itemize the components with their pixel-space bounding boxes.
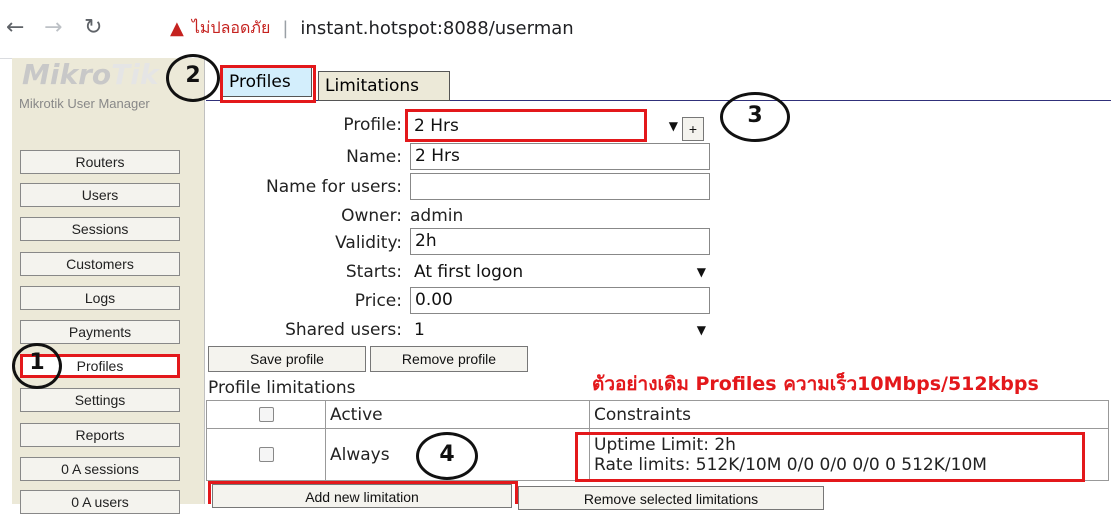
validity-label: Validity:	[335, 233, 402, 253]
table-header-row: Active Constraints	[206, 400, 1109, 429]
sidebar-item-settings[interactable]: Settings	[20, 388, 180, 412]
highlight-box-profiles-tab	[220, 65, 316, 103]
chevron-down-icon: ▼	[668, 119, 678, 133]
name-label: Name:	[346, 147, 402, 167]
name-for-users-label: Name for users:	[266, 177, 402, 197]
security-label: ไม่ปลอดภัย	[191, 18, 271, 37]
annotation-text: ตัวอย่างเดิม Profiles ความเร็ว10Mbps/512…	[592, 373, 1039, 395]
sidebar-item-0-a-sessions[interactable]: 0 A sessions	[20, 457, 180, 481]
shared-users-select[interactable]: 1 ▼	[410, 317, 712, 343]
header-checkbox-cell	[206, 400, 326, 429]
row-checkbox-cell	[206, 428, 326, 481]
sidebar-item-routers[interactable]: Routers	[20, 150, 180, 174]
reload-icon[interactable]: ↻	[84, 16, 102, 40]
arrow-right-icon[interactable]: →	[44, 16, 62, 40]
starts-label: Starts:	[345, 262, 402, 282]
tab-limitations[interactable]: Limitations	[318, 71, 450, 101]
highlight-box-add-limitation	[208, 481, 518, 504]
mikrotik-logo: MikroTik	[22, 58, 159, 91]
step-2-marker: 2	[166, 54, 220, 102]
sidebar-item-customers[interactable]: Customers	[20, 252, 180, 276]
address-bar[interactable]: ▲ ไม่ปลอดภัย | instant.hotspot:8088/user…	[170, 16, 574, 41]
shared-users-select-value: 1	[414, 320, 425, 340]
owner-value: admin	[410, 206, 464, 226]
name-field[interactable]: 2 Hrs	[410, 143, 710, 170]
header-constraints: Constraints	[589, 400, 1109, 429]
sidebar-item-sessions[interactable]: Sessions	[20, 217, 180, 241]
arrow-left-icon[interactable]: ←	[6, 16, 24, 40]
sidebar-item-reports[interactable]: Reports	[20, 423, 180, 447]
owner-label: Owner:	[341, 206, 402, 226]
highlight-box-constraints	[575, 432, 1085, 482]
sidebar-item-users[interactable]: Users	[20, 183, 180, 207]
select-all-checkbox[interactable]	[258, 407, 274, 422]
profile-label: Profile:	[343, 115, 402, 135]
sidebar-item-payments[interactable]: Payments	[20, 320, 180, 344]
header-active: Active	[325, 400, 590, 429]
highlight-box-profile	[405, 109, 647, 142]
add-profile-button[interactable]: +	[682, 117, 704, 141]
starts-select-value: At first logon	[414, 262, 524, 282]
profile-limitations-title: Profile limitations	[208, 378, 356, 398]
browser-toolbar: ← → ↻ ▲ ไม่ปลอดภัย | instant.hotspot:808…	[0, 0, 1111, 59]
chevron-down-icon: ▼	[696, 265, 706, 279]
sidebar-item-logs[interactable]: Logs	[20, 286, 180, 310]
validity-field[interactable]: 2h	[410, 228, 710, 255]
price-field[interactable]: 0.00	[410, 287, 710, 314]
step-1-marker: 1	[12, 343, 62, 389]
url-text: instant.hotspot:8088/userman	[300, 18, 574, 39]
save-profile-button[interactable]: Save profile	[208, 346, 366, 372]
step-3-marker: 3	[720, 92, 790, 142]
warning-icon: ▲	[170, 18, 184, 39]
starts-select[interactable]: At first logon ▼	[410, 259, 712, 285]
remove-profile-button[interactable]: Remove profile	[370, 346, 528, 372]
sidebar-item-0-a-users[interactable]: 0 A users	[20, 490, 180, 514]
chevron-down-icon: ▼	[696, 323, 706, 337]
step-4-marker: 4	[416, 432, 478, 480]
shared-users-label: Shared users:	[285, 320, 402, 340]
divider: |	[282, 18, 289, 39]
price-label: Price:	[354, 291, 402, 311]
logo-subtitle: Mikrotik User Manager	[19, 96, 150, 111]
name-for-users-field[interactable]	[410, 173, 710, 200]
row-checkbox[interactable]	[258, 447, 274, 462]
remove-selected-limitations-button[interactable]: Remove selected limitations	[518, 486, 824, 510]
